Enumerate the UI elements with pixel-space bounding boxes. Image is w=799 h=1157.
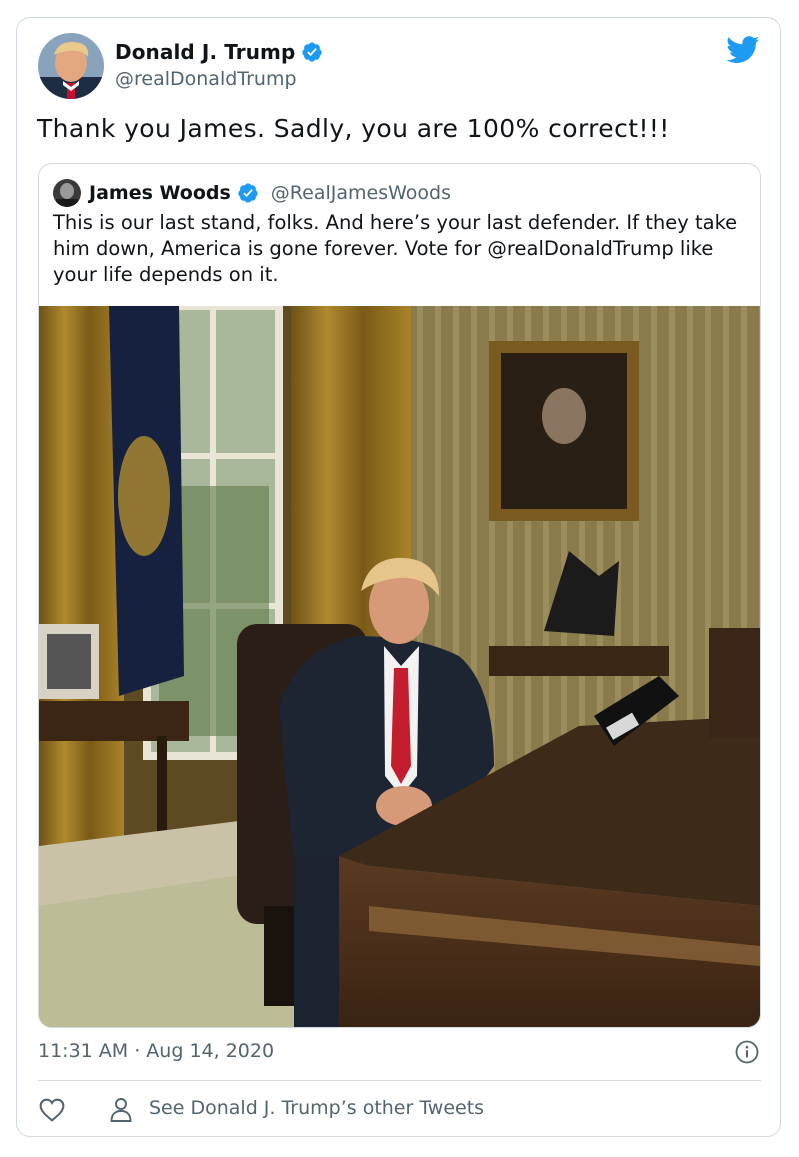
quoted-author-name[interactable]: James Woods bbox=[89, 182, 231, 204]
quoted-author-handle[interactable]: @RealJamesWoods bbox=[271, 182, 451, 204]
tweet-timestamp[interactable]: 11:31 AM · Aug 14, 2020 bbox=[38, 1040, 274, 1062]
author-name[interactable]: Donald J. Trump bbox=[115, 40, 295, 64]
verified-badge-icon bbox=[302, 42, 323, 62]
person-icon bbox=[110, 1098, 132, 1122]
tweet-card: Donald J. Trump @realDonaldTrump Thank y… bbox=[16, 17, 781, 1137]
tweet-text: Thank you James. Sadly, you are 100% cor… bbox=[37, 114, 670, 143]
heart-icon[interactable] bbox=[39, 1098, 65, 1122]
info-icon[interactable] bbox=[735, 1040, 759, 1064]
twitter-bird-icon[interactable] bbox=[726, 36, 760, 64]
divider bbox=[38, 1080, 761, 1081]
author-handle[interactable]: @realDonaldTrump bbox=[115, 68, 297, 90]
see-other-tweets-link[interactable]: See Donald J. Trump’s other Tweets bbox=[149, 1097, 484, 1119]
quoted-tweet-photo[interactable] bbox=[39, 306, 760, 1027]
author-avatar[interactable] bbox=[38, 33, 104, 99]
quoted-tweet-text: This is our last stand, folks. And here’… bbox=[53, 211, 738, 286]
quoted-author-avatar[interactable] bbox=[53, 179, 81, 207]
verified-badge-icon bbox=[238, 183, 258, 203]
quoted-tweet[interactable]: James Woods @RealJamesWoods This is our … bbox=[38, 163, 761, 1028]
